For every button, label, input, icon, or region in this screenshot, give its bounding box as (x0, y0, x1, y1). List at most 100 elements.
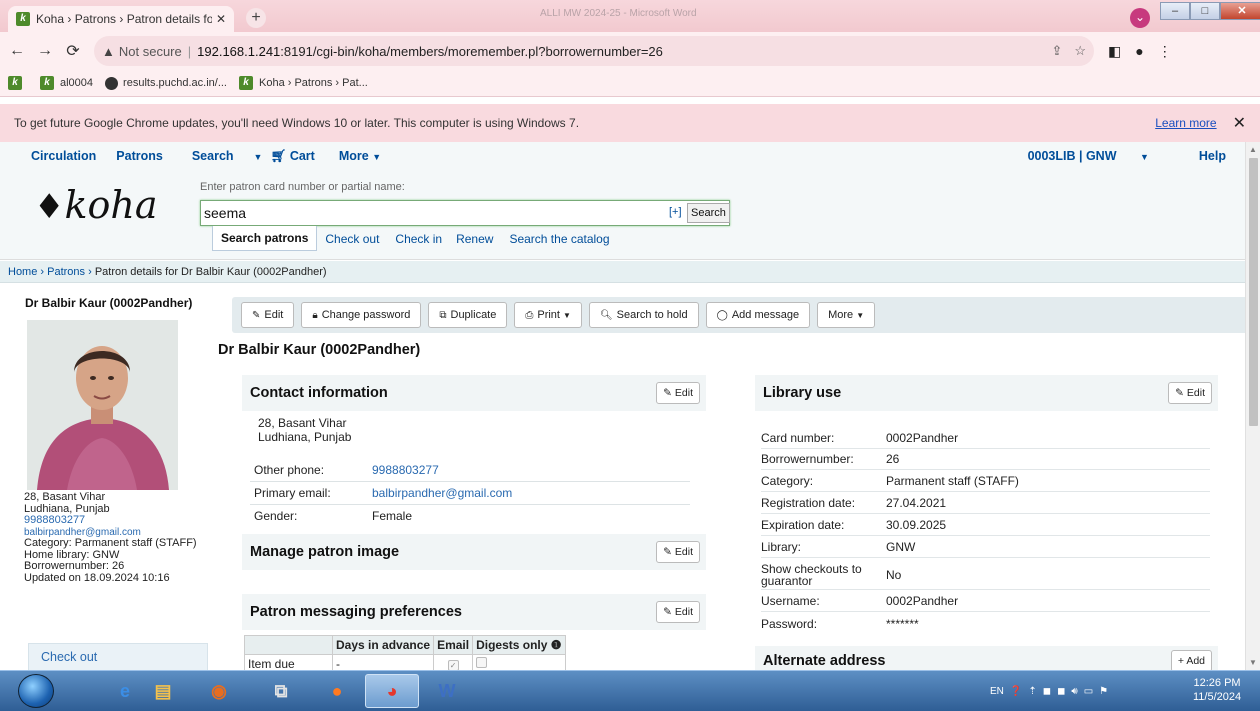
tab-renew[interactable]: Renew (456, 232, 493, 246)
share-icon[interactable]: ⇪ (1051, 43, 1062, 59)
language-indicator[interactable]: EN (990, 686, 1004, 697)
back-icon[interactable]: ← (6, 42, 28, 60)
contact-row: Gender: Female (254, 508, 413, 523)
plus-icon: + (1177, 655, 1184, 667)
flag-icon[interactable]: ⚑ (1099, 686, 1108, 697)
taskbar-media-icon[interactable]: ◉ (192, 674, 246, 708)
infobar-message: To get future Google Chrome updates, you… (14, 116, 580, 130)
tray-app-icon[interactable]: ◼ (1043, 686, 1051, 697)
minimize-button[interactable]: – (1160, 2, 1190, 20)
sidebar-category: Category: Parmanent staff (STAFF) (24, 537, 197, 549)
print-icon: ⎙ (525, 309, 534, 321)
add-message-button[interactable]: ◯ Add message (705, 302, 811, 328)
tab-search-icon[interactable]: ⌄ (1130, 8, 1150, 28)
change-password-button[interactable]: 🔒︎ Change password (301, 302, 422, 328)
infobar-close-icon[interactable]: ✕ (1233, 113, 1246, 133)
digest-checkbox[interactable] (476, 657, 488, 668)
more-button[interactable]: More ▼ (817, 302, 876, 328)
sidebar-address1: 28, Basant Vihar (24, 491, 106, 503)
library-use-header: Library use ✎ Edit (755, 375, 1218, 411)
omnibox[interactable]: ▲ Not secure | 192.168.1.241:8191/cgi-bi… (94, 36, 1094, 66)
advanced-search-toggle[interactable]: [+] (669, 206, 682, 218)
antivirus-icon[interactable]: ◼ (1057, 686, 1065, 697)
search-to-hold-button[interactable]: 🔍︎ Search to hold (588, 302, 699, 328)
library-row: Card number: 0002Pandher (761, 428, 1210, 449)
nav-circulation[interactable]: Circulation (31, 149, 96, 163)
koha-icon: k (239, 76, 253, 90)
scrollbar-thumb[interactable] (1249, 158, 1258, 426)
scroll-up-icon[interactable]: ▲ (1249, 145, 1257, 154)
nav-search[interactable]: Search (192, 149, 234, 163)
nav-more[interactable]: More ▼ (339, 149, 381, 163)
chrome-update-infobar: To get future Google Chrome updates, you… (0, 104, 1260, 142)
volume-icon[interactable]: 🔊︎ (1071, 686, 1077, 697)
forward-icon[interactable]: → (34, 42, 56, 60)
page-scrollbar[interactable]: ▲ ▼ (1245, 142, 1260, 670)
search-tabs: Search patrons Check out Check in Renew … (212, 226, 626, 251)
nav-patrons[interactable]: Patrons (116, 149, 163, 163)
nav-search-dropdown[interactable]: ▼ (254, 149, 263, 163)
taskbar-word-icon[interactable]: W (420, 674, 474, 708)
messaging-edit-button[interactable]: ✎ Edit (656, 601, 700, 623)
image-edit-button[interactable]: ✎ Edit (656, 541, 700, 563)
search-button[interactable]: Search (687, 203, 730, 223)
other-phone-link[interactable]: 9988803277 (372, 463, 439, 477)
print-button[interactable]: ⎙ Print ▼ (514, 302, 582, 328)
info-icon[interactable]: ❶ (551, 638, 562, 652)
contact-row: Primary email: balbirpandher@gmail.com (250, 482, 690, 505)
messaging-table: Days in advance Email Digests only ❶ Ite… (244, 635, 566, 674)
library-use-edit-button[interactable]: ✎ Edit (1168, 382, 1212, 404)
tab-check-out[interactable]: Check out (325, 232, 379, 246)
close-window-button[interactable]: ✕ (1220, 2, 1260, 20)
browser-tab[interactable]: k Koha › Patrons › Patron details fo ✕ (8, 6, 234, 32)
nav-library-menu[interactable]: 0003LIB | GNW ▼ (1028, 149, 1169, 163)
tab-search-patrons[interactable]: Search patrons (212, 226, 318, 251)
bookmark-koha-patrons[interactable]: k Koha › Patrons › Pat... (239, 76, 368, 90)
koha-favicon-icon: k (16, 12, 30, 26)
pencil-icon: ✎ (663, 387, 672, 399)
new-tab-button[interactable]: + (246, 8, 266, 28)
maximize-button[interactable]: □ (1190, 2, 1220, 20)
contact-edit-button[interactable]: ✎ Edit (656, 382, 700, 404)
tab-check-in[interactable]: Check in (395, 232, 442, 246)
sidepanel-icon[interactable]: ◧ (1108, 43, 1121, 60)
caret-down-icon: ▼ (372, 152, 382, 162)
copy-icon: ⧉ (439, 309, 447, 321)
bookmark-star-icon[interactable]: ☆ (1074, 43, 1086, 59)
pencil-icon: ✎ (252, 309, 261, 321)
reload-icon[interactable]: ⟳ (62, 41, 84, 61)
start-button[interactable] (18, 674, 54, 708)
bookmark-al0004[interactable]: k al0004 (40, 76, 93, 90)
close-tab-icon[interactable]: ✕ (216, 12, 226, 26)
koha-logo[interactable]: ♦︎koha (34, 183, 158, 227)
sidebar-checkout-link[interactable]: Check out (28, 643, 208, 673)
taskbar-explorer-icon[interactable]: ▤ (136, 674, 190, 708)
kebab-menu-icon[interactable]: ⋮ (1158, 43, 1172, 60)
breadcrumb-patrons[interactable]: Patrons (47, 266, 85, 278)
duplicate-button[interactable]: ⧉ Duplicate (428, 302, 508, 328)
edit-button[interactable]: ✎ Edit (241, 302, 295, 328)
bookmark-results[interactable]: results.puchd.ac.in/... (105, 76, 227, 90)
display-icon[interactable]: ▭ (1084, 686, 1093, 697)
sidebar-phone[interactable]: 9988803277 (24, 514, 209, 527)
taskbar-clock[interactable]: 12:26 PM 11/5/2024 (1193, 676, 1241, 704)
patron-search-input[interactable] (201, 201, 663, 225)
scroll-down-icon[interactable]: ▼ (1249, 658, 1257, 667)
nav-help[interactable]: Help (1199, 149, 1226, 163)
taskbar-firefox-icon[interactable]: ● (310, 674, 364, 708)
network-icon[interactable]: ⇡ (1028, 686, 1036, 697)
tab-search-catalog[interactable]: Search the catalog (509, 232, 609, 246)
breadcrumb-home[interactable]: Home (8, 266, 37, 278)
nav-cart[interactable]: 🛒︎ Cart (270, 149, 314, 164)
help-icon[interactable]: ❓ (1010, 686, 1022, 697)
warning-icon: ▲ (102, 43, 115, 59)
primary-email-link[interactable]: balbirpandher@gmail.com (372, 486, 512, 500)
profile-avatar-icon[interactable]: ● (1135, 43, 1143, 59)
alternate-add-button[interactable]: + Add (1170, 650, 1212, 672)
learn-more-link[interactable]: Learn more (1155, 116, 1216, 130)
caret-down-icon: ▼ (1139, 152, 1149, 162)
comment-icon: ◯ (716, 309, 728, 321)
taskbar-ls-icon[interactable]: ⧉ (254, 674, 308, 708)
taskbar-chrome-icon[interactable]: ◕ (365, 674, 419, 708)
bookmark-koha-icon[interactable]: k (8, 76, 28, 90)
